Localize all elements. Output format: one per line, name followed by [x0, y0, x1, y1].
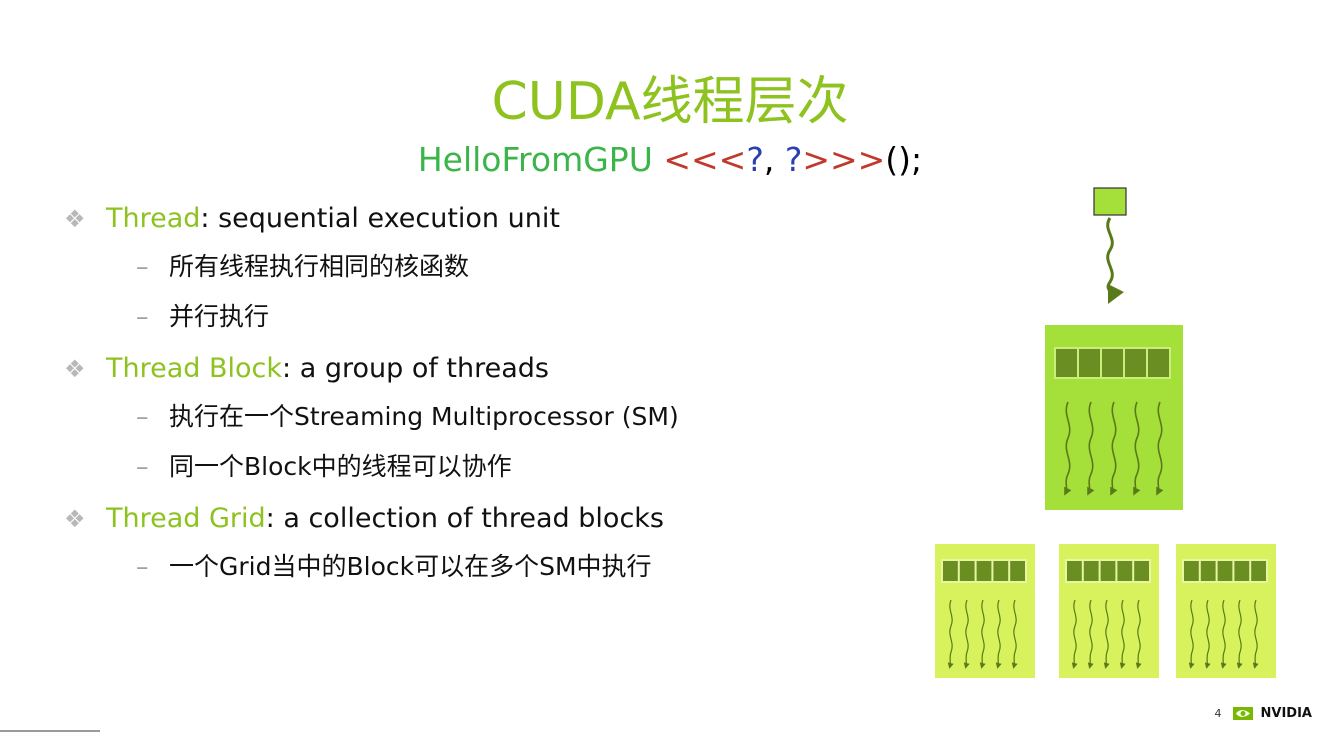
dash-icon: –	[136, 402, 149, 431]
bullet-term: Thread Block	[106, 353, 283, 384]
bullet-thread-grid: ❖ Thread Grid: a collection of thread bl…	[60, 496, 940, 542]
brand-name: NVIDIA	[1260, 706, 1312, 721]
sub-bullet: – 所有线程执行相同的核函数	[60, 242, 940, 292]
grid-block-icon	[935, 544, 1035, 678]
diamond-bullet-icon: ❖	[64, 505, 86, 533]
bullet-desc: : sequential execution unit	[200, 203, 560, 234]
thread-icon	[1093, 187, 1127, 216]
code-open-brackets: <<<	[663, 140, 747, 179]
sub-bullet: – 执行在一个Streaming Multiprocessor (SM)	[60, 392, 940, 442]
code-tail: ();	[885, 140, 923, 179]
diamond-bullet-icon: ❖	[64, 355, 86, 383]
thread-hierarchy-diagram	[935, 187, 1276, 678]
sub-bullet-text: 一个Grid当中的Block可以在多个SM中执行	[169, 552, 652, 581]
sub-bullet-text: 并行执行	[169, 302, 270, 331]
thread-block-icon	[1045, 325, 1183, 510]
code-arg-grid: ?	[746, 140, 764, 179]
bullet-thread-block: ❖ Thread Block: a group of threads	[60, 346, 940, 392]
slide-footer: 4 NVIDIA	[1215, 706, 1312, 724]
slide: CUDA线程层次 HelloFromGPU <<<?, ?>>>(); ❖ Th…	[0, 0, 1322, 732]
sub-bullet-text: 同一个Block中的线程可以协作	[169, 452, 512, 481]
page-number: 4	[1214, 707, 1222, 720]
nvidia-eye-icon	[1233, 707, 1254, 720]
code-function-name: HelloFromGPU	[417, 140, 653, 179]
sub-bullet-text: 所有线程执行相同的核函数	[169, 252, 470, 281]
diamond-bullet-icon: ❖	[64, 205, 86, 233]
dash-icon: –	[136, 452, 149, 481]
bullet-term: Thread	[106, 203, 201, 234]
bullet-thread: ❖ Thread: sequential execution unit	[60, 196, 940, 242]
sub-bullet: – 一个Grid当中的Block可以在多个SM中执行	[60, 542, 940, 592]
sub-bullet: – 并行执行	[60, 292, 940, 342]
dash-icon: –	[136, 302, 149, 331]
bullet-desc: : a group of threads	[282, 353, 549, 384]
bullet-term: Thread Grid	[106, 503, 266, 534]
sub-bullet-text: 执行在一个Streaming Multiprocessor (SM)	[169, 402, 679, 431]
grid-block-icon	[1059, 544, 1159, 678]
dash-icon: –	[136, 552, 149, 581]
bullet-desc: : a collection of thread blocks	[265, 503, 664, 534]
code-arg-block: ?	[784, 140, 803, 179]
bullet-list: ❖ Thread: sequential execution unit – 所有线…	[60, 196, 940, 592]
dash-icon: –	[136, 252, 149, 281]
code-comma: ,	[763, 140, 785, 179]
thread-arrow-icon	[1106, 217, 1125, 305]
grid-block-icon	[1176, 544, 1276, 678]
kernel-launch-code: HelloFromGPU <<<?, ?>>>();	[0, 138, 1322, 182]
code-close-brackets: >>>	[802, 140, 886, 179]
slide-title: CUDA线程层次	[491, 72, 849, 132]
sub-bullet: – 同一个Block中的线程可以协作	[60, 442, 940, 492]
